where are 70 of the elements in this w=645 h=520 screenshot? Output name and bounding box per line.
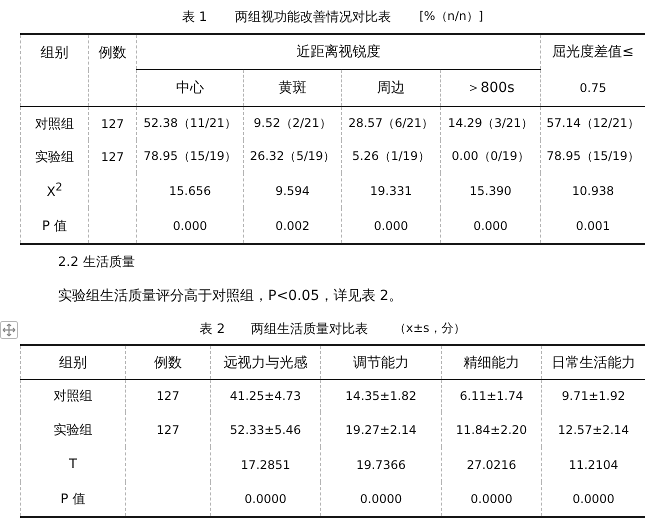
table-unit: （x±s，分） — [394, 320, 466, 337]
row-label: 实验组 — [20, 140, 88, 173]
table-label: 表 2 — [200, 320, 225, 338]
header-cell: 组别 — [20, 34, 88, 106]
table-cell: 15.390 — [440, 173, 540, 208]
row-label: X$^{2}$ — [20, 173, 88, 208]
table-cell: 9.71±1.92 — [542, 380, 645, 412]
table-cell: 0.000 — [440, 208, 540, 244]
table-cell: 57.14（12/21） — [540, 106, 645, 140]
row-label: P 值 — [20, 208, 88, 244]
table-title: 两组视功能改善情况对比表 — [235, 8, 392, 26]
row-label: 实验组 — [20, 412, 126, 447]
table-unit: [%（n/n）] — [419, 8, 484, 25]
table-cell: 52.33±5.46 — [210, 412, 320, 447]
table-cell: 19.7366 — [320, 447, 442, 482]
table-cell: 15.656 — [136, 173, 244, 208]
table-cell: 26.32（5/19） — [244, 140, 342, 173]
table-cell: 78.95（15/19） — [540, 140, 645, 173]
table-cell: 10.938 — [540, 173, 645, 208]
table-cell: 127 — [126, 380, 210, 412]
table-cell: 127 — [126, 412, 210, 447]
table-cell: 11.84±2.20 — [442, 412, 542, 447]
table-cell: 28.57（6/21） — [342, 106, 440, 140]
header-cell: 中心 — [136, 70, 244, 106]
header-cell: 远视力与光感 — [210, 345, 320, 380]
header-cell: 组别 — [20, 345, 126, 380]
table-cell: 14.29（3/21） — [440, 106, 540, 140]
table-title: 两组生活质量对比表 — [250, 320, 368, 338]
table-cell: 0.000 — [136, 208, 244, 244]
table-cell: 19.331 — [342, 173, 440, 208]
table-cell: 19.27±2.14 — [320, 412, 442, 447]
table-cell: 52.38（11/21） — [136, 106, 244, 140]
move-icon[interactable] — [0, 321, 18, 339]
table-cell: 0.0000 — [210, 482, 320, 517]
header-cell: 精细能力 — [442, 345, 542, 380]
table-cell: 41.25±4.73 — [210, 380, 320, 412]
table-cell: 0.000 — [342, 208, 440, 244]
table-cell: 27.0216 — [442, 447, 542, 482]
paragraph: 实验组生活质量评分高于对照组，P<0.05，详见表 2。 — [57, 287, 404, 306]
header-cell: 屈光度差值≤ — [540, 34, 645, 70]
row-label: 对照组 — [20, 106, 88, 140]
header-cell: 例数 — [88, 34, 136, 106]
table-cell: 6.11±1.74 — [442, 380, 542, 412]
table-label: 表 1 — [182, 8, 208, 26]
row-label: 对照组 — [20, 380, 126, 412]
header-cell: 例数 — [126, 345, 210, 380]
row-label: T — [20, 447, 126, 482]
table-cell: 17.2851 — [210, 447, 320, 482]
table-cell: 0.0000 — [542, 482, 645, 517]
table-cell: 9.52（2/21） — [244, 106, 342, 140]
table-cell: 14.35±1.82 — [320, 380, 442, 412]
table-cell: 0.002 — [244, 208, 342, 244]
header-cell: 黄斑 — [244, 70, 342, 106]
table-cell: 11.2104 — [542, 447, 645, 482]
table-cell: 5.26（1/19） — [342, 140, 440, 173]
table-cell: 127 — [88, 106, 136, 140]
header-cell: 近距离视锐度 — [136, 34, 540, 70]
table-cell: 0.0000 — [320, 482, 442, 517]
table-cell: 12.57±2.14 — [542, 412, 645, 447]
row-label: P 值 — [20, 482, 126, 517]
table-cell: 0.00（0/19） — [440, 140, 540, 173]
table-cell: 127 — [88, 140, 136, 173]
header-cell: 周边 — [342, 70, 440, 106]
table-cell: 0.0000 — [442, 482, 542, 517]
table-cell: 9.594 — [244, 173, 342, 208]
section-heading: 2.2 生活质量 — [57, 254, 136, 272]
header-cell: ＞800s — [440, 70, 540, 106]
header-cell: 调节能力 — [320, 345, 442, 380]
table-cell: 0.001 — [540, 208, 645, 244]
table-cell: 78.95（15/19） — [136, 140, 244, 173]
